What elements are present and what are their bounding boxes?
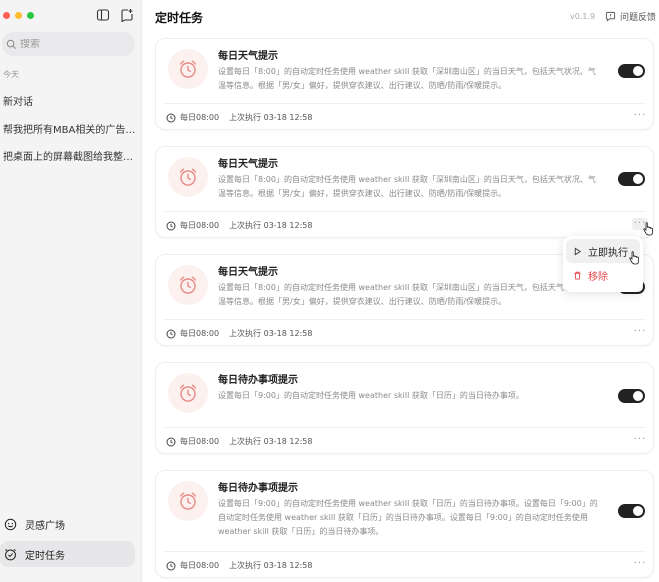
maximize-window-button[interactable] [27, 12, 34, 19]
clock-icon [166, 561, 176, 570]
search-icon [6, 39, 16, 49]
hand-cursor-icon [629, 251, 639, 265]
task-title: 每日天气提示 [218, 51, 278, 62]
history-item[interactable]: 帮我把所有MBA相关的广告邮件都删除掉 [3, 121, 139, 136]
task-footer: 每日08:00 上次执行 03-18 12:58 [166, 328, 312, 339]
hand-cursor-icon [643, 222, 653, 236]
task-description: 设置每日「9:00」的自动定时任务使用 weather skill 获取「日历」… [218, 391, 524, 400]
card-divider [164, 211, 645, 212]
history-item[interactable]: 把桌面上的屏幕截图给我整理一下 [3, 148, 139, 163]
clock-icon [166, 113, 176, 122]
sidebar-toolbar [96, 8, 134, 22]
task-enabled-toggle[interactable] [618, 389, 645, 403]
search-input[interactable] [20, 38, 120, 50]
task-title: 每日天气提示 [218, 267, 278, 278]
remove-menu-item[interactable]: 移除 [566, 263, 640, 287]
task-description: 设置每日「8:00」的自动定时任务使用 weather skill 获取「深圳南… [218, 283, 596, 306]
task-description: 设置每日「8:00」的自动定时任务使用 weather skill 获取「深圳南… [218, 67, 596, 90]
sidebar-item-label: 定时任务 [25, 550, 65, 562]
task-schedule: 每日08:00 [180, 221, 220, 230]
clock-icon [166, 329, 176, 338]
task-title: 每日天气提示 [218, 159, 278, 170]
close-window-button[interactable] [3, 12, 10, 19]
task-last-run: 上次执行 03-18 12:58 [229, 437, 313, 446]
task-enabled-toggle[interactable] [618, 504, 645, 518]
task-enabled-toggle[interactable] [618, 172, 645, 186]
task-footer: 每日08:00 上次执行 03-18 12:58 [166, 220, 312, 231]
task-card: 每日天气提示 设置每日「8:00」的自动定时任务使用 weather skill… [155, 146, 654, 238]
more-options-button[interactable]: ··· [632, 558, 648, 570]
task-description: 设置每日「8:00」的自动定时任务使用 weather skill 获取「深圳南… [218, 175, 596, 198]
task-title: 每日待办事项提示 [218, 483, 298, 494]
feedback-icon [605, 11, 616, 22]
alarm-icon [168, 49, 208, 89]
feedback-button[interactable]: 问题反馈 [605, 10, 656, 23]
more-options-button[interactable]: ··· [632, 434, 648, 446]
card-divider [164, 427, 645, 428]
version-label: v0.1.9 [570, 12, 596, 21]
clock-icon [166, 221, 176, 230]
task-footer: 每日08:00 上次执行 03-18 12:58 [166, 436, 312, 447]
main-panel: 定时任务 v0.1.9 问题反馈 每日天气提示 设置每日「8:00」的自动定时任… [143, 0, 659, 582]
history-section-label: 今天 [3, 70, 19, 79]
more-options-button[interactable]: ··· [632, 326, 648, 338]
alarm-icon [168, 373, 208, 413]
more-options-button[interactable]: ··· [632, 110, 648, 122]
task-last-run: 上次执行 03-18 12:58 [229, 329, 313, 338]
task-description: 设置每日「9:00」的自动定时任务使用 weather skill 获取「日历」… [218, 499, 598, 536]
sidebar-item-scheduled-tasks[interactable]: 定时任务 [0, 541, 135, 567]
task-last-run: 上次执行 03-18 12:58 [229, 561, 313, 570]
smile-icon [4, 518, 17, 530]
task-card: 每日待办事项提示 设置每日「9:00」的自动定时任务使用 weather ski… [155, 362, 654, 454]
search-box[interactable] [2, 32, 135, 56]
play-icon [574, 247, 582, 255]
alarm-icon [168, 157, 208, 197]
task-enabled-toggle[interactable] [618, 64, 645, 78]
task-schedule: 每日08:00 [180, 113, 220, 122]
feedback-label: 问题反馈 [620, 13, 657, 23]
toggle-sidebar-icon[interactable] [96, 8, 110, 22]
task-footer: 每日08:00 上次执行 03-18 12:58 [166, 112, 312, 123]
window-controls [3, 12, 34, 19]
minimize-window-button[interactable] [15, 12, 22, 19]
card-divider [164, 551, 645, 552]
history-item[interactable]: 新对话 [3, 93, 139, 108]
menu-item-label: 移除 [588, 271, 608, 283]
alarm-icon [168, 265, 208, 305]
clock-check-icon [5, 548, 16, 560]
trash-icon [574, 271, 581, 280]
menu-item-label: 立即执行 [588, 247, 628, 259]
task-card: 每日天气提示 设置每日「8:00」的自动定时任务使用 weather skill… [155, 38, 654, 130]
card-divider [164, 319, 645, 320]
task-footer: 每日08:00 上次执行 03-18 12:58 [166, 560, 312, 571]
task-last-run: 上次执行 03-18 12:58 [229, 113, 313, 122]
alarm-icon [168, 481, 208, 521]
clock-icon [166, 437, 176, 446]
task-schedule: 每日08:00 [180, 561, 220, 570]
card-divider [164, 103, 645, 104]
sidebar-item-inspiration[interactable]: 灵感广场 [0, 511, 135, 537]
page-title: 定时任务 [155, 11, 204, 25]
task-schedule: 每日08:00 [180, 437, 220, 446]
sidebar: 今天 新对话 帮我把所有MBA相关的广告邮件都删除掉 把桌面上的屏幕截图给我整理… [0, 0, 142, 582]
task-schedule: 每日08:00 [180, 329, 220, 338]
task-card: 每日待办事项提示 设置每日「9:00」的自动定时任务使用 weather ski… [155, 470, 654, 578]
task-last-run: 上次执行 03-18 12:58 [229, 221, 313, 230]
sidebar-item-label: 灵感广场 [25, 520, 65, 532]
new-chat-icon[interactable] [120, 8, 134, 22]
task-title: 每日待办事项提示 [218, 375, 298, 386]
